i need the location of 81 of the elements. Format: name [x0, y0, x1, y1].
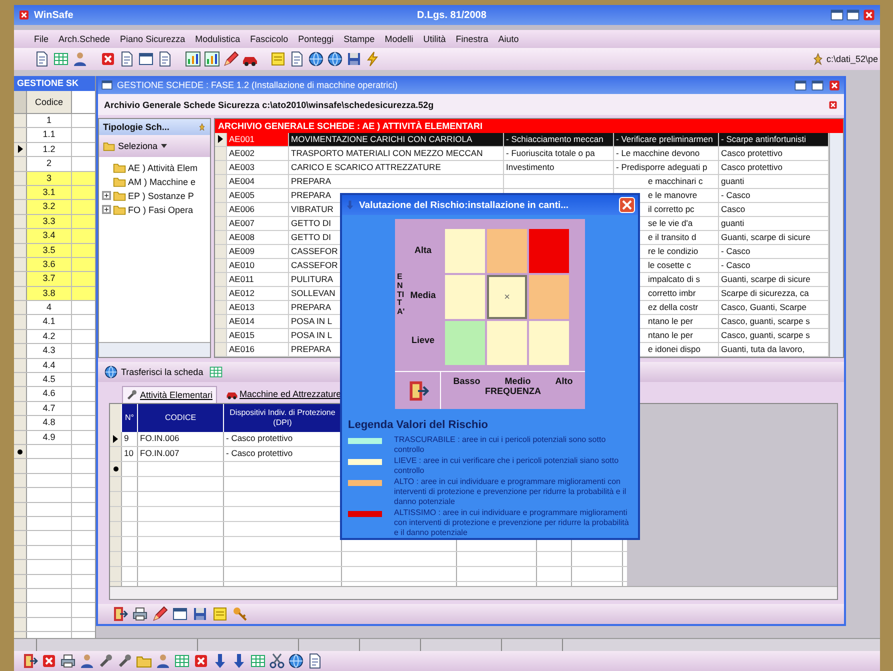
axis-label: FREQUENZA	[485, 386, 541, 396]
table-cell: FO.IN.007	[138, 446, 224, 461]
legend-text: TRASCURABILE : aree in cui i pericoli potenziali sono sotto controllo	[394, 435, 607, 455]
table-cell: PREPARA	[289, 174, 504, 188]
table-cell: AE002	[227, 146, 289, 160]
column-header: Codice	[27, 91, 72, 113]
panel-title: GESTIONE SK	[14, 76, 95, 91]
table-cell: 4.6	[27, 387, 72, 401]
tree-label: FO ) Fasi Opera	[128, 204, 194, 215]
table-cell: 4.7	[27, 402, 72, 416]
table-cell: Investimento	[504, 160, 614, 174]
table-cell: - Le macchine devono	[614, 146, 719, 160]
table-cell: 4.5	[27, 373, 72, 386]
grid-title: ARCHIVIO GENERALE SCHEDE : AE ) ATTIVITÀ ELEMENTARI	[215, 118, 843, 133]
table-cell: AE013	[227, 300, 289, 314]
panel-title: Tipologie Sch...	[103, 122, 170, 132]
window-subtitle: D.Lgs. 81/2008	[416, 10, 488, 20]
table-cell: 1.2	[27, 142, 72, 156]
table-cell: AE005	[227, 188, 289, 202]
table-cell: 4.1	[27, 315, 72, 329]
column-header: Dispositivi Indiv. di Protezione (DPI)	[224, 404, 342, 432]
table-cell: 3.7	[27, 272, 72, 286]
table-cell: AE004	[227, 174, 289, 188]
table-cell: - Predisporre adeguati p	[614, 160, 719, 174]
table-cell: AE009	[227, 244, 289, 258]
app-title: WinSafe	[34, 10, 74, 20]
row-label: Media	[410, 290, 436, 300]
table-cell: AE014	[227, 314, 289, 328]
table-cell: - Verificare preliminarmen	[614, 132, 719, 146]
table-cell: 1	[27, 114, 72, 128]
table-cell: AE011	[227, 272, 289, 286]
table-cell: - Fuoriuscita totale o pa	[504, 146, 614, 160]
table-cell: AE010	[227, 258, 289, 272]
path-label: c:\dati_52\pe	[826, 54, 878, 64]
table-cell: MOVIMENTAZIONE CARICHI CON CARRIOLA	[289, 132, 504, 146]
table-cell: AE015	[227, 328, 289, 342]
table-cell: AE016	[227, 342, 289, 356]
row-label: Alta	[414, 244, 432, 255]
table-cell: 3.2	[27, 200, 72, 214]
table-cell: 3.3	[27, 214, 72, 228]
table-cell: 3.1	[27, 186, 72, 200]
table-cell: 10	[122, 446, 138, 461]
table-cell: e macchinari c	[614, 174, 719, 188]
column-header: N°	[122, 404, 138, 432]
table-cell: - Schiacciamento meccan	[504, 132, 614, 146]
column-label: Medio	[504, 376, 531, 386]
table-cell: 3.6	[27, 258, 72, 272]
column-label: Alto	[555, 376, 573, 386]
table-cell: 9	[122, 432, 138, 446]
table-cell: 4.8	[27, 416, 72, 430]
tree-label: EP ) Sostanze P	[128, 190, 194, 201]
table-cell: CARICO E SCARICO ATTREZZATURE	[289, 160, 504, 174]
table-cell: 1.1	[27, 128, 72, 142]
column-header: CODICE	[138, 404, 224, 432]
legend-title: Legenda Valori del Rischio	[348, 419, 488, 431]
table-cell: 3.8	[27, 286, 72, 300]
legend-text: ALTO : aree in cui individuare e programmare miglioramenti con interventi di protezione e prevenzione per ridurre la probabilità e il danno potenziale	[394, 477, 628, 507]
tree-label: AE ) Attività Elem	[128, 162, 198, 173]
table-cell: 3	[27, 172, 72, 185]
table-cell: 4.4	[27, 358, 72, 372]
legend-text: ALTISSIMO : aree in cui individuare e programmare miglioramenti con interventi di protezione e prevenzione per ridurre la probabilità e il danno potenziale	[394, 508, 630, 538]
table-cell: FO.IN.006	[138, 432, 224, 446]
table-cell: TRASPORTO MATERIALI CON MEZZO MECCAN	[289, 146, 504, 160]
column-label: Basso	[453, 376, 480, 386]
archive-header: Archivio Generale Schede Sicurezza c:\ato2010\winsafe\schedesicurezza.52g	[104, 100, 434, 110]
table-cell: 4.9	[27, 430, 72, 444]
table-cell: AE006	[227, 202, 289, 216]
table-cell: 4.3	[27, 344, 72, 358]
table-cell: AE003	[227, 160, 289, 174]
table-cell: 3.5	[27, 244, 72, 257]
table-cell: AE007	[227, 216, 289, 230]
table-cell: 4.2	[27, 330, 72, 344]
table-cell: 2	[27, 157, 72, 171]
table-cell: 4	[27, 301, 72, 314]
table-cell: AE008	[227, 230, 289, 244]
tree-label: AM ) Macchine e	[128, 176, 196, 187]
table-cell: 3.4	[27, 229, 72, 243]
legend-text: LIEVE : aree in cui verificare che i pericoli potenziali siano sotto controllo	[394, 456, 620, 476]
table-cell: AE001	[227, 132, 289, 146]
table-cell: AE012	[227, 286, 289, 300]
window-title: GESTIONE SCHEDE : FASE 1.2 (Installazione di macchine operatrici)	[117, 80, 399, 90]
